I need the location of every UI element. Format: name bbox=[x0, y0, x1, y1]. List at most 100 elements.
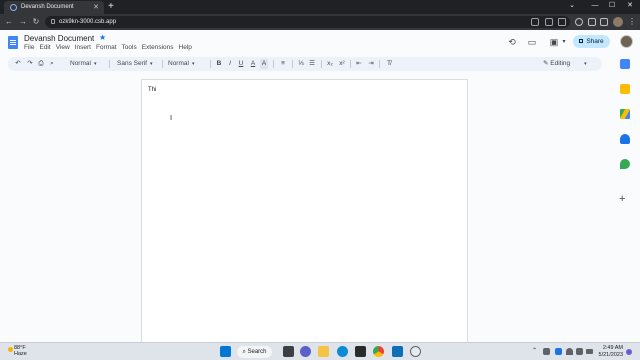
redo-icon[interactable]: ↷ bbox=[26, 59, 34, 69]
bulleted-list-icon[interactable]: ☰ bbox=[308, 59, 316, 69]
maps-icon[interactable] bbox=[620, 159, 630, 169]
tab-search-icon[interactable]: ⌄ bbox=[565, 1, 579, 11]
toolbar-divider bbox=[162, 60, 163, 68]
open-in-app-icon[interactable] bbox=[531, 18, 539, 26]
tab-close-icon[interactable]: ✕ bbox=[93, 3, 99, 12]
github-icon[interactable] bbox=[410, 346, 421, 357]
task-view-icon[interactable] bbox=[283, 346, 294, 357]
chrome-icon[interactable] bbox=[373, 346, 384, 357]
chevron-down-icon: ▾ bbox=[584, 61, 587, 67]
new-tab-button[interactable]: + bbox=[108, 1, 114, 13]
menu-format[interactable]: Format bbox=[96, 44, 117, 52]
browser-tab[interactable]: Devansh Document ✕ bbox=[4, 1, 104, 14]
toolbar-divider bbox=[210, 60, 211, 68]
menu-extensions[interactable]: Extensions bbox=[142, 44, 174, 52]
share-label: Share bbox=[586, 38, 604, 45]
taskbar-search[interactable]: ⌕ Search bbox=[237, 346, 272, 358]
volume-icon[interactable] bbox=[576, 348, 583, 355]
subscript-button[interactable]: x₂ bbox=[325, 59, 335, 69]
wifi-icon[interactable] bbox=[566, 348, 573, 355]
print-icon[interactable]: ⎙ bbox=[37, 59, 45, 69]
account-avatar[interactable] bbox=[620, 35, 633, 48]
version-history-icon[interactable]: ⟲ bbox=[506, 37, 518, 47]
menu-help[interactable]: Help bbox=[179, 44, 192, 52]
align-left-icon[interactable]: ≡ bbox=[279, 59, 287, 69]
toolbar-divider bbox=[321, 60, 322, 68]
weather-widget[interactable]: 88°F Haze bbox=[8, 345, 27, 357]
menu-file[interactable]: File bbox=[24, 44, 34, 52]
omnibox[interactable]: ozk9kn-3000.csb.app bbox=[45, 16, 570, 28]
tray-overflow-icon[interactable]: ⌃ bbox=[532, 347, 537, 355]
spellcheck-icon[interactable]: ⌕ bbox=[48, 59, 56, 69]
toolbar-divider bbox=[292, 60, 293, 68]
extension-icon[interactable] bbox=[575, 18, 583, 26]
store-icon[interactable] bbox=[355, 346, 366, 357]
docs-logo-icon[interactable] bbox=[8, 36, 18, 49]
document-page[interactable]: Thi bbox=[141, 79, 468, 345]
menu-view[interactable]: View bbox=[56, 44, 70, 52]
tray-app-icon[interactable] bbox=[555, 348, 562, 355]
zoom-select[interactable]: Normal ▾ bbox=[70, 59, 96, 69]
browser-titlebar: Devansh Document ✕ + ⌄ — ☐ ✕ bbox=[0, 0, 640, 14]
lock-icon bbox=[51, 19, 55, 24]
menu-insert[interactable]: Insert bbox=[75, 44, 91, 52]
increase-indent-icon[interactable]: ⇥ bbox=[367, 59, 375, 69]
comments-icon[interactable]: ▭ bbox=[526, 37, 538, 47]
chevron-down-icon: ▾ bbox=[191, 61, 195, 67]
toolbar-divider bbox=[379, 60, 380, 68]
minimize-button[interactable]: — bbox=[588, 1, 602, 11]
document-body-text[interactable]: Thi bbox=[148, 86, 156, 94]
text-color-button[interactable]: A bbox=[249, 59, 257, 69]
zoom-value: Normal bbox=[70, 60, 91, 67]
drive-icon[interactable] bbox=[620, 109, 630, 119]
share-button[interactable]: Share bbox=[573, 35, 610, 48]
back-button[interactable]: ← bbox=[4, 16, 14, 28]
italic-button[interactable]: I bbox=[226, 59, 234, 69]
side-panel-icon[interactable] bbox=[600, 18, 608, 26]
start-menu-icon[interactable] bbox=[220, 346, 231, 357]
undo-icon[interactable]: ↶ bbox=[14, 59, 22, 69]
font-value: Sans Serif bbox=[117, 60, 147, 67]
document-title[interactable]: Devansh Document bbox=[24, 34, 94, 44]
keep-icon[interactable] bbox=[620, 84, 630, 94]
contacts-icon[interactable] bbox=[620, 134, 630, 144]
tray-app-icon[interactable] bbox=[543, 348, 550, 355]
profile-avatar[interactable] bbox=[613, 17, 623, 27]
editing-label: Editing bbox=[550, 60, 571, 67]
bold-button[interactable]: B bbox=[215, 59, 223, 69]
star-icon[interactable]: ★ bbox=[99, 33, 106, 43]
menu-edit[interactable]: Edit bbox=[39, 44, 50, 52]
weather-condition: Haze bbox=[14, 351, 27, 357]
decrease-indent-icon[interactable]: ⇤ bbox=[355, 59, 363, 69]
chrome-menu-icon[interactable]: ⋮ bbox=[628, 17, 636, 27]
url-text[interactable]: ozk9kn-3000.csb.app bbox=[59, 18, 116, 26]
underline-button[interactable]: U bbox=[237, 59, 245, 69]
maximize-button[interactable]: ☐ bbox=[605, 1, 619, 11]
meet-dropdown-icon[interactable]: ▾ bbox=[558, 37, 570, 47]
notification-icon[interactable] bbox=[626, 349, 632, 355]
bookmark-star-icon[interactable] bbox=[558, 18, 566, 26]
calendar-icon[interactable] bbox=[620, 59, 630, 69]
menu-tools[interactable]: Tools bbox=[122, 44, 137, 52]
font-select[interactable]: Sans Serif ▾ bbox=[117, 59, 153, 69]
superscript-button[interactable]: x² bbox=[337, 59, 347, 69]
toolbar-divider bbox=[350, 60, 351, 68]
numbered-list-icon[interactable]: ⅓ bbox=[297, 59, 305, 69]
extensions-puzzle-icon[interactable] bbox=[588, 18, 596, 26]
share-page-icon[interactable] bbox=[545, 18, 553, 26]
add-addon-icon[interactable]: + bbox=[619, 194, 625, 205]
forward-button[interactable]: → bbox=[18, 16, 28, 28]
highlight-color-button[interactable]: A bbox=[260, 59, 268, 69]
side-panel: + bbox=[614, 56, 636, 346]
file-explorer-icon[interactable] bbox=[318, 346, 329, 357]
system-clock[interactable]: 2:49 AM 5/21/2023 bbox=[597, 345, 623, 359]
battery-icon[interactable] bbox=[586, 349, 593, 354]
teams-chat-icon[interactable] bbox=[300, 346, 311, 357]
vscode-icon[interactable] bbox=[392, 346, 403, 357]
edge-icon[interactable] bbox=[337, 346, 348, 357]
reload-button[interactable]: ↻ bbox=[31, 16, 41, 28]
close-window-button[interactable]: ✕ bbox=[623, 1, 637, 11]
editing-mode-select[interactable]: ✎ Editing ▾ bbox=[543, 59, 587, 69]
clear-formatting-icon[interactable]: T̸ bbox=[385, 59, 393, 69]
font-size-select[interactable]: Normal ▾ bbox=[168, 59, 194, 69]
